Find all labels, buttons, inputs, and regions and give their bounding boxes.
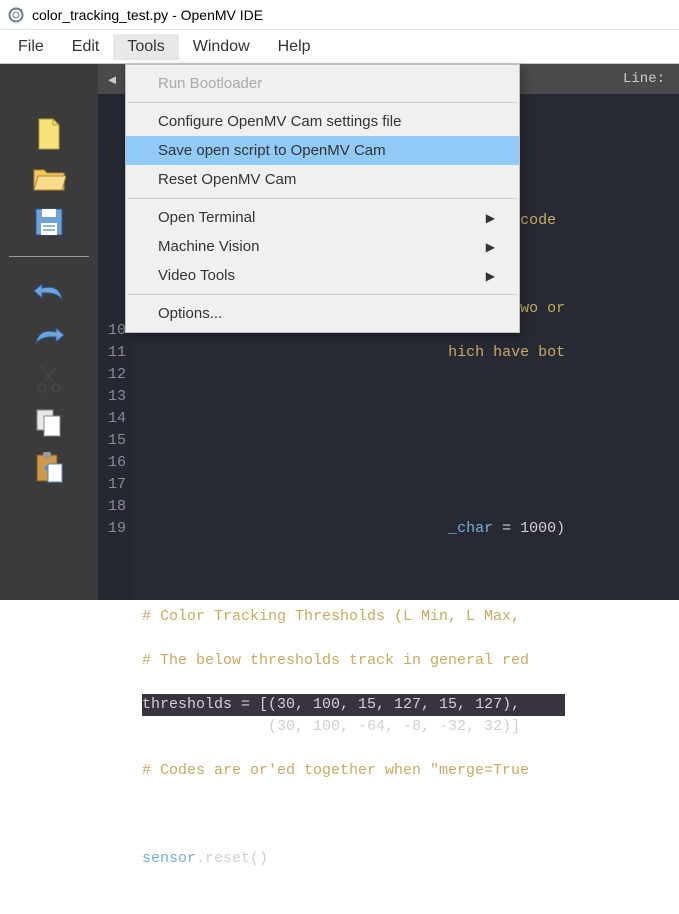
menu-reset-cam[interactable]: Reset OpenMV Cam <box>126 165 519 194</box>
menu-video-tools[interactable]: Video Tools▶ <box>126 261 519 290</box>
cut-button[interactable] <box>25 359 73 399</box>
left-toolbar <box>0 64 98 600</box>
menu-machine-vision[interactable]: Machine Vision▶ <box>126 232 519 261</box>
menu-window[interactable]: Window <box>179 34 264 60</box>
dropdown-separator <box>128 102 517 103</box>
menu-bar: File Edit Tools Window Help <box>0 30 679 64</box>
menu-file[interactable]: File <box>4 34 58 60</box>
menu-tools[interactable]: Tools <box>113 34 178 60</box>
dropdown-separator <box>128 294 517 295</box>
menu-configure-cam[interactable]: Configure OpenMV Cam settings file <box>126 107 519 136</box>
line-status: Line: <box>623 71 673 87</box>
submenu-arrow-icon: ▶ <box>486 211 495 225</box>
menu-run-bootloader: Run Bootloader <box>126 69 519 98</box>
menu-help[interactable]: Help <box>264 34 325 60</box>
toolbar-separator <box>9 256 89 257</box>
paste-button[interactable] <box>25 447 73 487</box>
menu-open-terminal[interactable]: Open Terminal▶ <box>126 203 519 232</box>
submenu-arrow-icon: ▶ <box>486 240 495 254</box>
submenu-arrow-icon: ▶ <box>486 269 495 283</box>
open-file-button[interactable] <box>25 158 73 198</box>
app-icon <box>8 7 24 23</box>
redo-button[interactable] <box>25 315 73 355</box>
new-file-button[interactable] <box>25 114 73 154</box>
menu-options[interactable]: Options... <box>126 299 519 328</box>
undo-button[interactable] <box>25 271 73 311</box>
window-title: color_tracking_test.py - OpenMV IDE <box>32 7 263 23</box>
menu-save-script-to-cam[interactable]: Save open script to OpenMV Cam <box>126 136 519 165</box>
menu-edit[interactable]: Edit <box>58 34 114 60</box>
copy-button[interactable] <box>25 403 73 443</box>
title-bar: color_tracking_test.py - OpenMV IDE <box>0 0 679 30</box>
save-file-button[interactable] <box>25 202 73 242</box>
tools-dropdown: Run Bootloader Configure OpenMV Cam sett… <box>125 64 520 333</box>
tab-prev-icon[interactable]: ◄ <box>104 72 120 87</box>
dropdown-separator <box>128 198 517 199</box>
